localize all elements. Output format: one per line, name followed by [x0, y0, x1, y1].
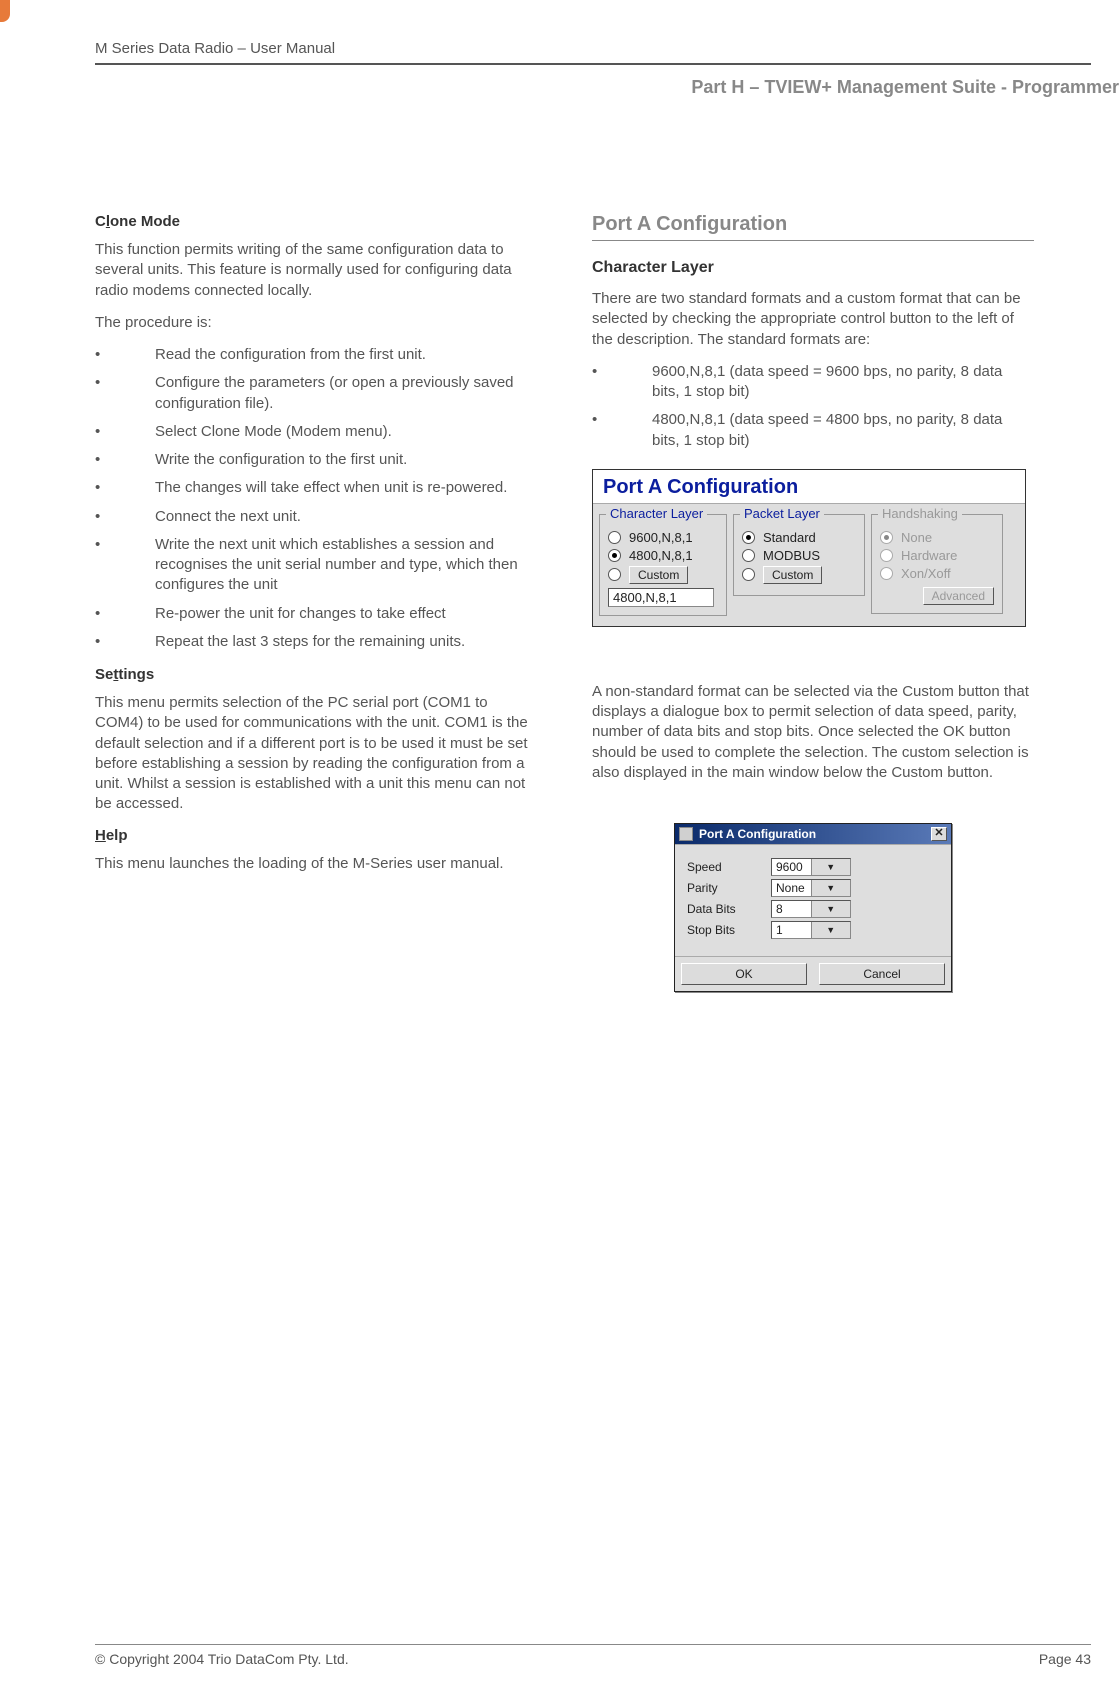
custom-button-char[interactable]: Custom: [629, 566, 688, 584]
dialog-titlebar: Port A Configuration ✕: [675, 824, 951, 844]
procedure-item: Write the next unit which establishes a …: [155, 535, 537, 596]
radio-hs-xonxoff: Xon/Xoff: [880, 566, 994, 581]
procedure-item: Select Clone Mode (Modem menu).: [155, 422, 537, 442]
doc-header: M Series Data Radio – User Manual: [95, 40, 1091, 65]
clone-mode-para: This function permits writing of the sam…: [95, 240, 537, 301]
settings-para: This menu permits selection of the PC se…: [95, 693, 537, 815]
chevron-down-icon: ▼: [811, 859, 851, 875]
label-stopbits: Stop Bits: [687, 923, 757, 937]
radio-icon: [608, 568, 621, 581]
radio-custom-char[interactable]: Custom: [608, 566, 718, 584]
close-icon[interactable]: ✕: [931, 827, 947, 841]
radio-icon: [880, 567, 893, 580]
radio-standard[interactable]: Standard: [742, 530, 856, 545]
advanced-button: Advanced: [923, 587, 994, 605]
procedure-item: The changes will take effect when unit i…: [155, 478, 537, 498]
label-parity: Parity: [687, 881, 757, 895]
dialog-title-text: Port A Configuration: [699, 827, 816, 841]
char-layer-list: •9600,N,8,1 (data speed = 9600 bps, no p…: [592, 362, 1034, 451]
radio-icon: [880, 549, 893, 562]
footer-copyright: © Copyright 2004 Trio DataCom Pty. Ltd.: [95, 1651, 349, 1667]
porta-custom-dialog: Port A Configuration ✕ Speed 9600▼ Parit: [674, 823, 952, 992]
heading-character-layer: Character Layer: [592, 259, 1034, 277]
procedure-item: Repeat the last 3 steps for the remainin…: [155, 632, 537, 652]
radio-icon: [742, 531, 755, 544]
chevron-down-icon: ▼: [811, 922, 851, 938]
procedure-item: Configure the parameters (or open a prev…: [155, 373, 537, 414]
char-layer-para: There are two standard formats and a cus…: [592, 289, 1034, 350]
procedure-item: Connect the next unit.: [155, 507, 537, 527]
custom-button-pkt[interactable]: Custom: [763, 566, 822, 584]
footer-page: Page 43: [1039, 1651, 1091, 1667]
help-para: This menu launches the loading of the M-…: [95, 854, 537, 874]
ok-button[interactable]: OK: [681, 963, 807, 985]
select-speed[interactable]: 9600▼: [771, 858, 851, 876]
radio-modbus[interactable]: MODBUS: [742, 548, 856, 563]
select-databits[interactable]: 8▼: [771, 900, 851, 918]
label-databits: Data Bits: [687, 902, 757, 916]
radio-icon: [608, 549, 621, 562]
chevron-down-icon: ▼: [811, 880, 851, 896]
group-legend: Packet Layer: [740, 506, 824, 521]
label-speed: Speed: [687, 860, 757, 874]
radio-icon: [608, 531, 621, 544]
radio-hs-hardware: Hardware: [880, 548, 994, 563]
group-legend: Handshaking: [878, 506, 962, 521]
group-character-layer: Character Layer 9600,N,8,1 4800,N,8,1 Cu…: [599, 514, 727, 616]
radio-custom-pkt[interactable]: Custom: [742, 566, 856, 584]
char-layer-item: 9600,N,8,1 (data speed = 9600 bps, no pa…: [652, 362, 1034, 403]
chevron-down-icon: ▼: [811, 901, 851, 917]
procedure-label: The procedure is:: [95, 313, 537, 333]
select-parity[interactable]: None▼: [771, 879, 851, 897]
heading-clone-mode: Clone Mode: [95, 213, 537, 230]
char-custom-field: 4800,N,8,1: [608, 588, 714, 607]
radio-icon: [742, 549, 755, 562]
cancel-button[interactable]: Cancel: [819, 963, 945, 985]
heading-porta-config: Port A Configuration: [592, 213, 1034, 241]
radio-icon: [880, 531, 893, 544]
nonstd-para: A non-standard format can be selected vi…: [592, 682, 1034, 783]
group-packet-layer: Packet Layer Standard MODBUS Custom: [733, 514, 865, 596]
group-handshaking: Handshaking None Hardware Xon/Xoff: [871, 514, 1003, 614]
procedure-list: •Read the configuration from the first u…: [95, 345, 537, 652]
radio-9600[interactable]: 9600,N,8,1: [608, 530, 718, 545]
heading-settings: Settings: [95, 666, 537, 683]
heading-help: Help: [95, 827, 537, 844]
radio-hs-none: None: [880, 530, 994, 545]
radio-4800[interactable]: 4800,N,8,1: [608, 548, 718, 563]
group-legend: Character Layer: [606, 506, 707, 521]
part-header: Part H – TVIEW+ Management Suite - Progr…: [95, 77, 1119, 98]
app-icon: [679, 827, 693, 841]
procedure-item: Re-power the unit for changes to take ef…: [155, 604, 537, 624]
porta-panel-title: Port A Configuration: [593, 470, 1025, 504]
porta-panel: Port A Configuration Character Layer 960…: [592, 469, 1026, 627]
procedure-item: Write the configuration to the first uni…: [155, 450, 537, 470]
procedure-item: Read the configuration from the first un…: [155, 345, 537, 365]
select-stopbits[interactable]: 1▼: [771, 921, 851, 939]
radio-icon: [742, 568, 755, 581]
char-layer-item: 4800,N,8,1 (data speed = 4800 bps, no pa…: [652, 410, 1034, 451]
